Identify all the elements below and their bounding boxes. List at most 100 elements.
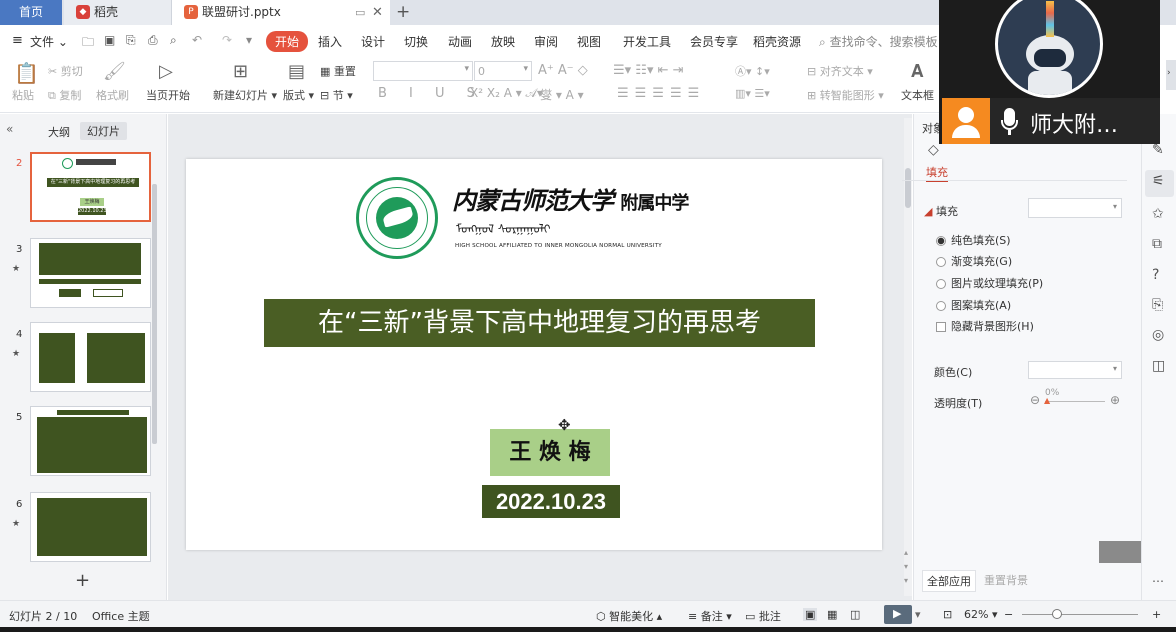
from-current-button[interactable]: 当页开始: [146, 87, 190, 103]
location-icon[interactable]: ◎: [1152, 327, 1164, 343]
paste-button[interactable]: 粘贴: [12, 87, 34, 103]
menu-review[interactable]: 审阅: [534, 33, 558, 50]
sorter-view-icon[interactable]: ▦: [827, 608, 837, 621]
zoom-in-button[interactable]: +: [1152, 608, 1161, 621]
layout-button[interactable]: 版式 ▾: [283, 87, 314, 103]
fill-type-select[interactable]: ▾: [1028, 198, 1122, 218]
slide-thumb-4[interactable]: [30, 322, 151, 392]
menu-design[interactable]: 设计: [361, 33, 385, 50]
zoom-slider[interactable]: [1022, 614, 1138, 615]
slide[interactable]: 内蒙古师范大学 附属中学 ᠮᠣᠩᠭᠣᠯ ᠰᠤᠷᠭᠠᠭᠤᠯᠢ HIGH SCHOO…: [186, 159, 882, 550]
slide-thumb-6[interactable]: [30, 492, 151, 562]
menu-file[interactable]: 文件 ⌄: [30, 33, 68, 50]
tab-docer[interactable]: ◆ 稻壳: [64, 0, 172, 25]
smart-beautify-button[interactable]: ⬡ 智能美化 ▴: [596, 608, 662, 624]
export-pdf-icon[interactable]: ⎘: [126, 33, 136, 48]
canvas-scroll-thumb[interactable]: [905, 168, 911, 208]
zoom-level[interactable]: 62% ▾: [964, 608, 997, 621]
slider-thumb[interactable]: ▲: [1044, 396, 1050, 405]
text-direction-icon[interactable]: Ⓐ▾ ↕▾: [735, 63, 770, 79]
save-icon[interactable]: ▣: [104, 33, 115, 47]
fill-bucket-icon[interactable]: ◇: [928, 142, 939, 158]
fit-window-icon[interactable]: ⊡: [943, 608, 952, 621]
thumbs-scrollbar[interactable]: [152, 184, 157, 444]
outline-tab[interactable]: 大纲: [48, 124, 70, 140]
textbox-icon[interactable]: 𝐀: [911, 61, 924, 82]
menu-start[interactable]: 开始: [266, 31, 309, 52]
quick-access-dropdown-icon[interactable]: ▾: [246, 33, 252, 47]
theme-name[interactable]: Office 主题: [92, 608, 150, 624]
fill-section-header[interactable]: ◢ 填充: [924, 203, 958, 219]
apply-all-button[interactable]: 全部应用: [922, 570, 976, 592]
normal-view-icon[interactable]: ▣: [803, 608, 818, 621]
more-icon[interactable]: ⋯: [1152, 574, 1164, 588]
menu-transition[interactable]: 切换: [404, 33, 428, 50]
new-slide-button[interactable]: 新建幻灯片 ▾: [213, 87, 277, 103]
comments-button[interactable]: ▭ 批注: [745, 608, 781, 624]
copy-button[interactable]: ⧉ 复制: [48, 87, 81, 103]
undo-icon[interactable]: ↶: [192, 33, 202, 47]
print-icon[interactable]: ⎙: [148, 33, 158, 48]
menu-view[interactable]: 视图: [577, 33, 601, 50]
transparency-slider[interactable]: [1045, 401, 1105, 402]
book-icon[interactable]: ◫: [1152, 358, 1165, 374]
menu-slideshow[interactable]: 放映: [491, 33, 515, 50]
reset-bg-button[interactable]: 重置背景: [980, 570, 1032, 590]
author-name[interactable]: 王 焕 梅: [490, 429, 610, 476]
font-size-select[interactable]: 0 ▾: [474, 61, 532, 81]
notes-button[interactable]: ≡ 备注 ▾: [688, 608, 732, 624]
hamburger-icon[interactable]: ≡: [12, 33, 23, 48]
slideshow-dropdown-icon[interactable]: ▾: [915, 608, 921, 621]
open-folder-icon[interactable]: 🗀: [82, 33, 94, 54]
section-button[interactable]: ⊟ 节 ▾: [320, 87, 353, 103]
font-name-select[interactable]: ▾: [373, 61, 473, 81]
help-icon[interactable]: ?: [1152, 267, 1159, 283]
canvas-scrollbar[interactable]: ▴ ▾ ▾: [904, 118, 912, 596]
cut-button[interactable]: ✂ 剪切: [48, 63, 83, 79]
menu-insert[interactable]: 插入: [318, 33, 342, 50]
transition-icon[interactable]: ⧉: [1152, 236, 1162, 252]
style-icon[interactable]: ✎: [1152, 142, 1164, 158]
new-tab-button[interactable]: +: [396, 0, 420, 25]
tab-home[interactable]: 首页: [0, 0, 62, 25]
redo-icon[interactable]: ↷: [222, 33, 232, 47]
animation-icon[interactable]: ✩: [1152, 206, 1164, 222]
page-down-icon[interactable]: ▾: [904, 562, 908, 571]
layout-icon[interactable]: ▤: [288, 61, 305, 82]
textbox-button[interactable]: 文本框: [901, 87, 934, 103]
format-painter-button[interactable]: 格式刷: [96, 87, 129, 103]
zoom-slider-thumb[interactable]: [1052, 609, 1062, 619]
menu-devtools[interactable]: 开发工具: [623, 33, 671, 50]
pattern-fill-option[interactable]: 图案填充(A): [936, 297, 1011, 313]
properties-tab-active[interactable]: ⚟: [1145, 170, 1174, 197]
play-icon[interactable]: ▷: [159, 61, 173, 82]
slide-thumb-5[interactable]: [30, 406, 151, 476]
zoom-out-button[interactable]: −: [1004, 608, 1013, 621]
scroll-down-icon[interactable]: ▾: [904, 576, 908, 585]
share-icon[interactable]: ⎘: [1152, 297, 1163, 313]
plus-icon[interactable]: ⊕: [1110, 393, 1120, 407]
page-up-icon[interactable]: ▴: [904, 548, 908, 557]
print-preview-icon[interactable]: ⌕: [170, 33, 177, 48]
color-select[interactable]: ▾: [1028, 361, 1122, 379]
slide-thumb-2[interactable]: 在"三新"背景下高中地理复习的再思考 王焕梅 2022.10.23: [30, 152, 151, 222]
smartart-button[interactable]: ⊞ 转智能图形 ▾: [807, 87, 884, 103]
list-icons[interactable]: ☰▾ ☷▾ ⇤ ⇥: [613, 63, 684, 78]
picture-fill-option[interactable]: 图片或纹理填充(P): [936, 275, 1043, 291]
slides-tab[interactable]: 幻灯片: [80, 122, 127, 140]
slide-title[interactable]: 在“三新”背景下高中地理复习的再思考: [264, 299, 815, 347]
tab-document[interactable]: P 联盟研讨.pptx ▭ ✕: [172, 0, 390, 25]
add-slide-button[interactable]: +: [75, 570, 90, 591]
reset-button[interactable]: ▦ 重置: [320, 63, 356, 79]
command-search[interactable]: ⌕ 查找命令、搜索模板: [819, 33, 938, 50]
solid-fill-option[interactable]: 纯色填充(S): [936, 232, 1011, 248]
menu-member[interactable]: 会员专享: [690, 33, 738, 50]
gradient-fill-option[interactable]: 渐变填充(G): [936, 253, 1012, 269]
hide-bg-checkbox[interactable]: 隐藏背景图形(H): [936, 318, 1034, 334]
collapse-panel-icon[interactable]: «: [6, 122, 13, 136]
text-align-button[interactable]: ⊟ 对齐文本 ▾: [807, 63, 873, 79]
font-grow-icon[interactable]: A⁺ A⁻ ◇: [538, 63, 588, 78]
expand-handle[interactable]: ›: [1166, 60, 1176, 90]
menu-resources[interactable]: 稻壳资源: [753, 33, 801, 50]
format-painter-icon[interactable]: 🖌: [103, 61, 126, 82]
